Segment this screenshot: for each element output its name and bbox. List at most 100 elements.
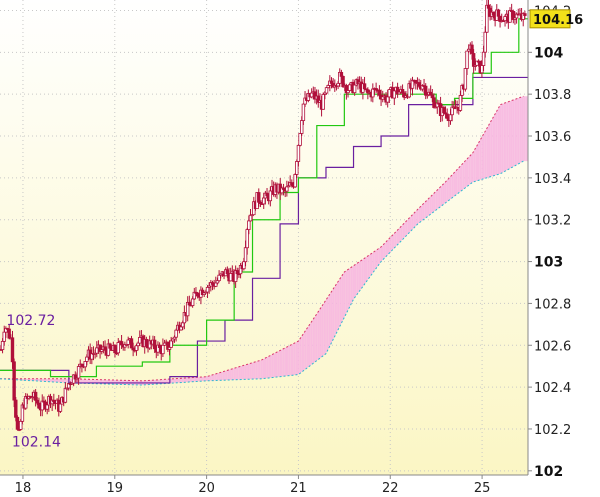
cloud-segment: [314, 315, 316, 363]
candle-body: [83, 361, 87, 368]
candle-body: [262, 197, 266, 205]
candle-body: [371, 88, 375, 98]
cloud-segment: [268, 355, 270, 379]
cloud-segment: [440, 184, 443, 207]
cloud-segment: [466, 157, 469, 187]
y-tick-label: 103.8: [534, 88, 571, 103]
candle-body: [12, 361, 16, 401]
candle-body: [33, 391, 38, 401]
cloud-segment: [325, 298, 327, 355]
cloud-segment: [444, 181, 447, 204]
cloud-segment: [181, 378, 184, 383]
current-price-label: 104.16: [533, 13, 583, 28]
y-tick-label: 102.6: [534, 339, 571, 354]
candle-body: [113, 345, 117, 354]
cloud-segment: [389, 236, 392, 254]
cloud-segment: [413, 212, 416, 229]
cloud-segment: [282, 348, 285, 377]
candle-body: [387, 89, 392, 98]
cloud-segment: [374, 250, 377, 271]
cloud-segment: [460, 163, 463, 192]
cloud-segment: [471, 151, 474, 183]
cloud-segment: [225, 370, 228, 381]
candle-body: [508, 10, 512, 23]
cloud-segment: [301, 334, 304, 373]
cloud-segment: [264, 357, 267, 379]
cloud-segment: [290, 344, 293, 376]
candle-body: [63, 387, 68, 403]
cloud-segment: [359, 260, 362, 291]
cloud-segment: [499, 104, 502, 174]
cloud-segment: [521, 96, 524, 163]
candle-body: [496, 9, 501, 17]
cloud-segment: [525, 96, 528, 162]
cloud-segment: [510, 100, 513, 169]
y-tick-label: 104: [534, 45, 563, 61]
cloud-segment: [477, 141, 480, 181]
cloud-segment: [22, 378, 24, 381]
x-axis-panel: [0, 475, 528, 497]
candle-body: [35, 399, 39, 404]
cloud-segment: [266, 356, 269, 379]
cloud-segment: [523, 96, 526, 162]
candle-body: [450, 106, 454, 116]
cloud-segment: [350, 266, 353, 305]
candle-body: [352, 84, 357, 94]
cloud-segment: [58, 378, 61, 383]
candle-body: [15, 416, 20, 430]
candle-body: [10, 337, 15, 363]
cloud-segment: [486, 125, 489, 178]
cloud-segment: [62, 378, 65, 383]
cloud-segment: [304, 328, 307, 370]
cloud-segment: [501, 103, 504, 174]
x-tick-label: 20: [198, 481, 215, 496]
cloud-segment: [462, 161, 465, 190]
cloud-segment: [391, 234, 394, 252]
cloud-segment: [224, 370, 226, 381]
candle-body: [428, 91, 433, 96]
cloud-segment: [381, 244, 384, 261]
cloud-segment: [170, 378, 173, 384]
cloud-segment: [196, 377, 199, 382]
cloud-segment: [345, 270, 348, 316]
cloud-segment: [119, 380, 122, 385]
cloud-segment: [192, 377, 195, 382]
cloud-segment: [448, 177, 450, 201]
candle-body: [442, 107, 446, 114]
cloud-segment: [385, 240, 388, 257]
candle-body: [169, 340, 173, 348]
cloud-segment: [427, 197, 430, 217]
y-tick-label: 103.6: [534, 130, 571, 145]
candle-body: [144, 338, 149, 347]
cloud-segment: [415, 210, 417, 227]
cloud-segment: [235, 367, 237, 380]
cloud-segment: [387, 238, 390, 255]
cloud-segment: [45, 378, 48, 382]
cloud-segment: [247, 363, 250, 380]
cloud-segment: [299, 336, 302, 374]
candle-body: [228, 272, 233, 282]
cloud-segment: [321, 304, 324, 358]
cloud-segment: [292, 343, 294, 376]
candle-body: [14, 399, 18, 418]
cloud-segment: [260, 359, 263, 379]
cloud-segment: [370, 252, 373, 276]
candle-body: [448, 114, 453, 122]
cloud-segment: [367, 255, 370, 281]
candle-body: [242, 261, 246, 270]
cloud-segment: [464, 159, 467, 189]
y-tick-label: 103.4: [534, 172, 571, 187]
candle-body: [161, 344, 165, 355]
candle-body: [76, 366, 81, 379]
cloud-segment: [429, 195, 432, 215]
cloud-segment: [514, 98, 517, 167]
cloud-segment: [459, 165, 461, 193]
cloud-segment: [179, 378, 182, 383]
cloud-segment: [341, 273, 344, 323]
cloud-segment: [380, 245, 382, 263]
cloud-segment: [503, 102, 506, 173]
cloud-segment: [240, 365, 243, 380]
cloud-segment: [273, 352, 276, 378]
cloud-segment: [365, 256, 368, 283]
cloud-segment: [258, 360, 261, 379]
